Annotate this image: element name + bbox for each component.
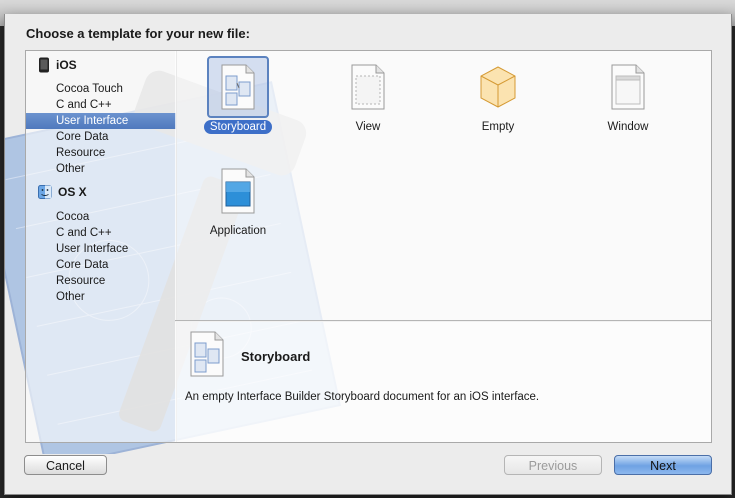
template-empty[interactable]: Empty [458,56,538,134]
sidebar-item-osx-core-data[interactable]: Core Data [26,257,176,273]
sidebar-group-ios-label: iOS [56,58,77,72]
detail-description: An empty Interface Builder Storyboard do… [185,391,540,403]
cancel-button[interactable]: Cancel [24,455,107,475]
template-detail-pane: Storyboard An empty Interface Builder St… [175,320,712,443]
sidebar-group-osx-label: OS X [58,185,87,199]
template-category-sidebar[interactable]: iOS Cocoa Touch C and C++ User Interface… [25,50,177,443]
sheet-title: Choose a template for your new file: [26,26,250,41]
template-storyboard[interactable]: Storyboard [198,56,278,134]
sidebar-item-osx-user-interface[interactable]: User Interface [26,241,176,257]
sidebar-item-ios-c-and-cpp[interactable]: C and C++ [26,97,176,113]
template-empty-label: Empty [481,121,515,133]
view-document-icon [351,64,385,110]
storyboard-document-icon [190,331,224,377]
template-application-label: Application [209,225,267,237]
sidebar-item-ios-user-interface[interactable]: User Interface [26,113,176,129]
empty-cube-icon [480,66,516,108]
sidebar-group-ios: iOS [38,57,77,73]
sidebar-item-ios-core-data[interactable]: Core Data [26,129,176,145]
sidebar-item-osx-c-and-cpp[interactable]: C and C++ [26,225,176,241]
sidebar-item-osx-cocoa[interactable]: Cocoa [26,209,176,225]
iphone-icon [39,57,49,73]
new-file-template-sheet: Choose a template for your new file: iOS… [4,14,732,495]
sidebar-group-osx: OS X [38,185,87,199]
template-view-label: View [355,121,381,133]
application-document-icon [221,168,255,214]
window-document-icon [611,64,645,110]
template-view[interactable]: View [328,56,408,134]
template-application[interactable]: Application [198,160,278,238]
next-button[interactable]: Next [614,455,712,475]
template-storyboard-label: Storyboard [203,120,273,134]
sidebar-item-ios-resource[interactable]: Resource [26,145,176,161]
previous-button[interactable]: Previous [504,455,602,475]
template-grid: Storyboard View Empty Window Application [175,50,712,322]
sidebar-item-osx-other[interactable]: Other [26,289,176,305]
sidebar-item-osx-resource[interactable]: Resource [26,273,176,289]
storyboard-document-icon [221,64,255,110]
mac-finder-icon [38,185,52,199]
sidebar-item-ios-cocoa-touch[interactable]: Cocoa Touch [26,81,176,97]
detail-title: Storyboard [241,349,311,364]
sidebar-item-ios-other[interactable]: Other [26,161,176,177]
template-window[interactable]: Window [588,56,668,134]
template-window-label: Window [607,121,649,133]
